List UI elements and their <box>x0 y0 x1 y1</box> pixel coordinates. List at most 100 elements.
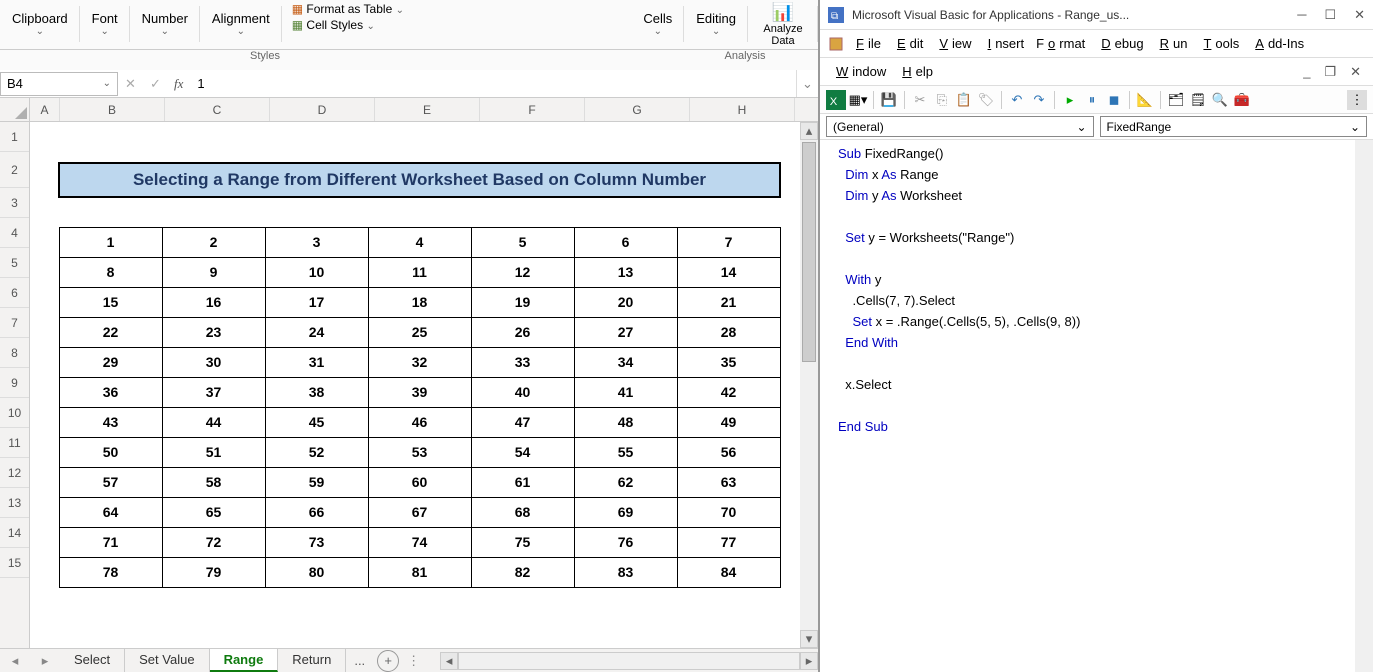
cell[interactable]: 25 <box>368 317 471 347</box>
cell[interactable]: 34 <box>574 347 677 377</box>
cell[interactable]: 80 <box>265 557 368 587</box>
maximize-icon[interactable]: ☐ <box>1324 7 1336 23</box>
cell[interactable]: 54 <box>471 437 574 467</box>
cell[interactable]: 81 <box>368 557 471 587</box>
menu-insert[interactable]: Insert <box>980 34 1029 53</box>
cell[interactable]: 61 <box>471 467 574 497</box>
row-header-11[interactable]: 11 <box>0 428 29 458</box>
cell[interactable]: 36 <box>59 377 162 407</box>
toolbox-icon[interactable]: 🧰 <box>1232 90 1252 110</box>
menu-tools[interactable]: Tools <box>1195 34 1243 53</box>
mdi-minimize-icon[interactable]: _ <box>1299 62 1314 82</box>
row-header-10[interactable]: 10 <box>0 398 29 428</box>
cell[interactable]: 30 <box>162 347 265 377</box>
cell[interactable]: 48 <box>574 407 677 437</box>
cell[interactable]: 21 <box>677 287 780 317</box>
procedure-dropdown[interactable]: FixedRange⌄ <box>1100 116 1368 137</box>
cell[interactable]: 45 <box>265 407 368 437</box>
close-icon[interactable]: ✕ <box>1354 7 1365 23</box>
cell[interactable]: 84 <box>677 557 780 587</box>
name-box[interactable]: B4⌄ <box>0 72 118 96</box>
cell[interactable]: 68 <box>471 497 574 527</box>
scroll-thumb[interactable] <box>802 142 816 362</box>
row-header-8[interactable]: 8 <box>0 338 29 368</box>
cell[interactable]: 15 <box>59 287 162 317</box>
scroll-left-icon[interactable]: ◂ <box>440 652 458 670</box>
ribbon-group-editing[interactable]: Editing⌄ <box>684 0 748 48</box>
cell[interactable]: 4 <box>368 227 471 257</box>
design-mode-icon[interactable]: 📐 <box>1135 90 1155 110</box>
mdi-close-icon[interactable]: ✕ <box>1346 62 1365 82</box>
row-header-12[interactable]: 12 <box>0 458 29 488</box>
cell[interactable]: 46 <box>368 407 471 437</box>
cell[interactable]: 35 <box>677 347 780 377</box>
scroll-up-icon[interactable]: ▴ <box>800 122 818 140</box>
cell[interactable]: 8 <box>59 257 162 287</box>
cell[interactable]: 49 <box>677 407 780 437</box>
cell[interactable]: 1 <box>59 227 162 257</box>
cell[interactable]: 72 <box>162 527 265 557</box>
menu-help[interactable]: Help <box>894 62 937 81</box>
undo-icon[interactable]: ↶ <box>1007 90 1027 110</box>
cell[interactable]: 59 <box>265 467 368 497</box>
col-header-E[interactable]: E <box>375 98 480 121</box>
cell[interactable]: 79 <box>162 557 265 587</box>
enter-icon[interactable]: ✓ <box>150 76 161 92</box>
cell[interactable]: 5 <box>471 227 574 257</box>
cell[interactable]: 12 <box>471 257 574 287</box>
cell[interactable]: 39 <box>368 377 471 407</box>
menu-debug[interactable]: Debug <box>1093 34 1147 53</box>
object-dropdown[interactable]: (General)⌄ <box>826 116 1094 137</box>
scroll-right-icon[interactable]: ▸ <box>800 652 818 670</box>
cell[interactable]: 52 <box>265 437 368 467</box>
tab-next-icon[interactable]: ▸ <box>42 653 49 669</box>
fx-icon[interactable]: fx <box>174 76 183 92</box>
toolbar-options-icon[interactable]: ⋮ <box>1347 90 1367 110</box>
col-header-C[interactable]: C <box>165 98 270 121</box>
cell[interactable]: 41 <box>574 377 677 407</box>
cell[interactable]: 51 <box>162 437 265 467</box>
cell[interactable]: 67 <box>368 497 471 527</box>
cell[interactable]: 76 <box>574 527 677 557</box>
cell[interactable]: 40 <box>471 377 574 407</box>
cell[interactable]: 75 <box>471 527 574 557</box>
cell[interactable]: 69 <box>574 497 677 527</box>
cell[interactable]: 66 <box>265 497 368 527</box>
cell[interactable]: 7 <box>677 227 780 257</box>
cell[interactable]: 62 <box>574 467 677 497</box>
row-header-14[interactable]: 14 <box>0 518 29 548</box>
cell[interactable]: 19 <box>471 287 574 317</box>
ribbon-group-cells[interactable]: Cells⌄ <box>631 0 684 48</box>
cell[interactable]: 2 <box>162 227 265 257</box>
cell[interactable]: 44 <box>162 407 265 437</box>
select-all-corner[interactable] <box>0 98 29 122</box>
cell[interactable]: 31 <box>265 347 368 377</box>
cell[interactable]: 43 <box>59 407 162 437</box>
menu-file[interactable]: File <box>848 34 885 53</box>
horizontal-scrollbar[interactable]: ◂ ▸ <box>440 652 818 670</box>
break-icon[interactable]: ⏸ <box>1082 90 1102 110</box>
cell[interactable]: 50 <box>59 437 162 467</box>
object-browser-icon[interactable]: 🔍 <box>1210 90 1230 110</box>
cell-styles-button[interactable]: ▦ Cell Styles ⌄ <box>292 18 375 32</box>
cell[interactable]: 29 <box>59 347 162 377</box>
save-icon[interactable]: 💾 <box>879 90 899 110</box>
tab-options-icon[interactable]: ⋮ <box>407 653 420 669</box>
row-header-9[interactable]: 9 <box>0 368 29 398</box>
redo-icon[interactable]: ↷ <box>1029 90 1049 110</box>
cell[interactable]: 47 <box>471 407 574 437</box>
menu-run[interactable]: Run <box>1152 34 1192 53</box>
new-sheet-button[interactable]: + <box>377 650 399 672</box>
cell[interactable]: 24 <box>265 317 368 347</box>
cell[interactable]: 28 <box>677 317 780 347</box>
cell[interactable]: 14 <box>677 257 780 287</box>
spreadsheet-grid[interactable]: 123456789101112131415 ABCDEFGH Selecting… <box>0 98 818 648</box>
cell[interactable]: 53 <box>368 437 471 467</box>
find-icon[interactable]: 🏷 <box>976 90 996 110</box>
cell[interactable]: 33 <box>471 347 574 377</box>
ribbon-group-font[interactable]: Font⌄ <box>80 0 130 48</box>
cut-icon[interactable]: ✂ <box>910 90 930 110</box>
copy-icon[interactable]: ⎘ <box>932 90 952 110</box>
cell[interactable]: 10 <box>265 257 368 287</box>
tabs-more[interactable]: ... <box>346 650 373 671</box>
